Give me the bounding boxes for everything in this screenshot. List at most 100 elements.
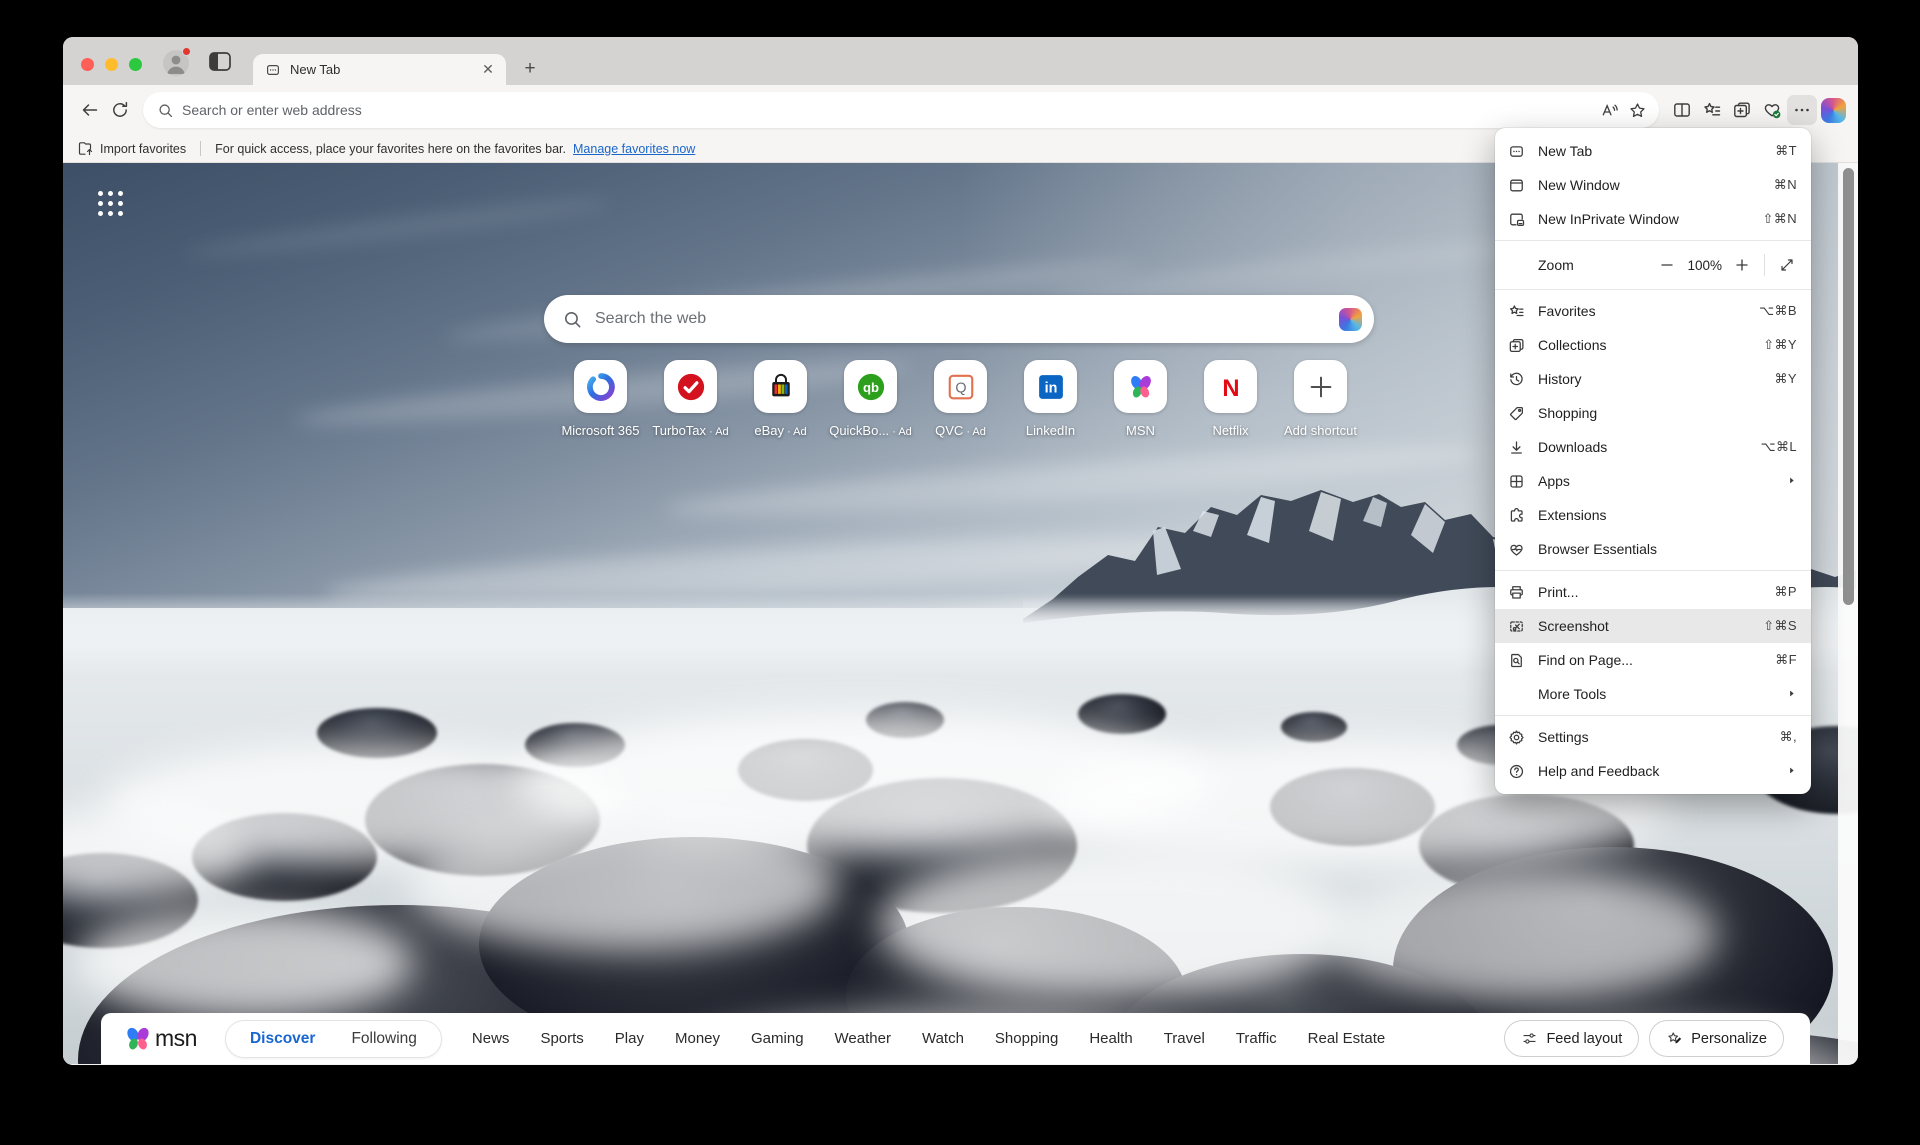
menu-item-favorites[interactable]: Favorites⌥⌘B: [1495, 294, 1811, 328]
tab-actions-icon[interactable]: [209, 52, 231, 71]
no-icon: [1508, 686, 1525, 703]
favorites-icon[interactable]: [1697, 95, 1727, 125]
msn-logo[interactable]: msn: [123, 1025, 197, 1053]
shortcut-qvc[interactable]: QQVC · Ad: [918, 360, 1004, 438]
page-scrollbar-thumb[interactable]: [1843, 168, 1854, 605]
shortcut-netflix[interactable]: NNetflix: [1188, 360, 1274, 438]
menu-item-label: Browser Essentials: [1538, 541, 1797, 557]
copilot-icon[interactable]: [1339, 308, 1362, 331]
fullscreen-icon[interactable]: [1773, 251, 1801, 279]
manage-favorites-link[interactable]: Manage favorites now: [573, 142, 695, 156]
shortcut-quickbo[interactable]: qbQuickBo... · Ad: [828, 360, 914, 438]
zoom-out-button[interactable]: [1653, 251, 1681, 279]
copilot-icon[interactable]: [1821, 98, 1846, 123]
shortcut-turbotax[interactable]: TurboTax · Ad: [648, 360, 734, 438]
menu-item-apps[interactable]: Apps: [1495, 464, 1811, 498]
feed-layout-button[interactable]: Feed layout: [1504, 1020, 1639, 1057]
web-search-bar[interactable]: [544, 295, 1374, 343]
menu-item-label: Shopping: [1538, 405, 1797, 421]
background-mist: [408, 820, 838, 950]
tab-icon: [265, 62, 281, 78]
shortcut-label: Netflix: [1212, 423, 1248, 438]
menu-item-help-and-feedback[interactable]: Help and Feedback: [1495, 754, 1811, 788]
feed-tab-following[interactable]: Following: [333, 1030, 434, 1048]
nav-item-shopping[interactable]: Shopping: [995, 1030, 1058, 1047]
shopping-icon: [1508, 405, 1525, 422]
nav-item-money[interactable]: Money: [675, 1030, 720, 1047]
more-options-button[interactable]: [1787, 95, 1817, 125]
import-favorites-button[interactable]: Import favorites: [100, 142, 186, 156]
shortcut-add-shortcut[interactable]: Add shortcut: [1278, 360, 1364, 438]
menu-item-shortcut: ⌥⌘B: [1759, 303, 1797, 319]
menu-item-shortcut: ⇧⌘N: [1763, 211, 1797, 227]
ad-badge: · Ad: [889, 426, 912, 438]
search-icon: [157, 102, 174, 119]
address-input[interactable]: [182, 102, 1595, 118]
nav-item-real-estate[interactable]: Real Estate: [1308, 1030, 1386, 1047]
nav-item-traffic[interactable]: Traffic: [1236, 1030, 1277, 1047]
address-bar[interactable]: [143, 92, 1659, 128]
zoom-label: Zoom: [1538, 257, 1653, 273]
page-scrollbar-track[interactable]: [1838, 163, 1858, 1064]
menu-item-history[interactable]: History⌘Y: [1495, 362, 1811, 396]
menu-item-more-tools[interactable]: More Tools: [1495, 677, 1811, 711]
menu-item-screenshot[interactable]: Screenshot⇧⌘S: [1495, 609, 1811, 643]
menu-item-print[interactable]: Print...⌘P: [1495, 575, 1811, 609]
split-screen-icon[interactable]: [1667, 95, 1697, 125]
nav-item-news[interactable]: News: [472, 1030, 510, 1047]
nav-item-play[interactable]: Play: [615, 1030, 644, 1047]
shortcut-label: LinkedIn: [1026, 423, 1075, 438]
nav-item-travel[interactable]: Travel: [1164, 1030, 1205, 1047]
nav-item-gaming[interactable]: Gaming: [751, 1030, 804, 1047]
menu-item-find-on-page[interactable]: Find on Page...⌘F: [1495, 643, 1811, 677]
shortcut-linkedin[interactable]: in LinkedIn: [1008, 360, 1094, 438]
back-button[interactable]: [75, 95, 105, 125]
menu-item-settings[interactable]: Settings⌘,: [1495, 720, 1811, 754]
web-search-input[interactable]: [595, 310, 1335, 328]
menu-item-extensions[interactable]: Extensions: [1495, 498, 1811, 532]
ebay-icon: [754, 360, 807, 413]
tab-close-icon[interactable]: ✕: [480, 62, 496, 78]
refresh-button[interactable]: [105, 95, 135, 125]
menu-item-shopping[interactable]: Shopping: [1495, 396, 1811, 430]
svg-text:in: in: [1044, 380, 1057, 396]
nav-item-health[interactable]: Health: [1089, 1030, 1132, 1047]
shortcut-microsoft-365[interactable]: Microsoft 365: [558, 360, 644, 438]
menu-item-new-window[interactable]: New Window⌘N: [1495, 168, 1811, 202]
feed-tab-discover[interactable]: Discover: [232, 1030, 333, 1048]
close-window-button[interactable]: [81, 58, 94, 71]
menu-item-new-tab[interactable]: New Tab⌘T: [1495, 134, 1811, 168]
new-tab-button[interactable]: +: [518, 57, 542, 81]
shortcut-ebay[interactable]: eBay · Ad: [738, 360, 824, 438]
menu-item-shortcut: ⌘,: [1780, 729, 1797, 745]
nav-item-weather[interactable]: Weather: [835, 1030, 891, 1047]
favorite-star-icon[interactable]: [1623, 96, 1651, 124]
turbotax-icon: [664, 360, 717, 413]
minimize-window-button[interactable]: [105, 58, 118, 71]
menu-item-collections[interactable]: Collections⇧⌘Y: [1495, 328, 1811, 362]
read-aloud-icon[interactable]: [1595, 96, 1623, 124]
zoom-in-button[interactable]: [1728, 251, 1756, 279]
collections-icon: [1508, 337, 1525, 354]
background-mist: [1328, 870, 1718, 1000]
shortcut-label: Add shortcut: [1284, 423, 1357, 438]
nav-item-sports[interactable]: Sports: [540, 1030, 583, 1047]
menu-item-downloads[interactable]: Downloads⌥⌘L: [1495, 430, 1811, 464]
shortcut-label: QuickBo... · Ad: [829, 423, 912, 438]
menu-item-new-inprivate-window[interactable]: New InPrivate Window⇧⌘N: [1495, 202, 1811, 236]
profile-notification-dot: [182, 47, 191, 56]
browser-essentials-icon[interactable]: [1757, 95, 1787, 125]
browser-window: New Tab ✕ +: [63, 37, 1858, 1065]
menu-item-label: Print...: [1538, 584, 1775, 600]
tab-new-tab[interactable]: New Tab ✕: [253, 54, 506, 85]
shortcut-msn[interactable]: MSN: [1098, 360, 1184, 438]
menu-item-browser-essentials[interactable]: Browser Essentials: [1495, 532, 1811, 566]
browser-settings-menu: New Tab⌘TNew Window⌘NNew InPrivate Windo…: [1495, 128, 1811, 794]
add-shortcut-icon: [1294, 360, 1347, 413]
fullscreen-window-button[interactable]: [129, 58, 142, 71]
nav-item-watch[interactable]: Watch: [922, 1030, 964, 1047]
menu-item-label: Extensions: [1538, 507, 1797, 523]
personalize-button[interactable]: Personalize: [1649, 1020, 1784, 1057]
collections-icon[interactable]: [1727, 95, 1757, 125]
app-launcher-icon[interactable]: [98, 191, 124, 217]
